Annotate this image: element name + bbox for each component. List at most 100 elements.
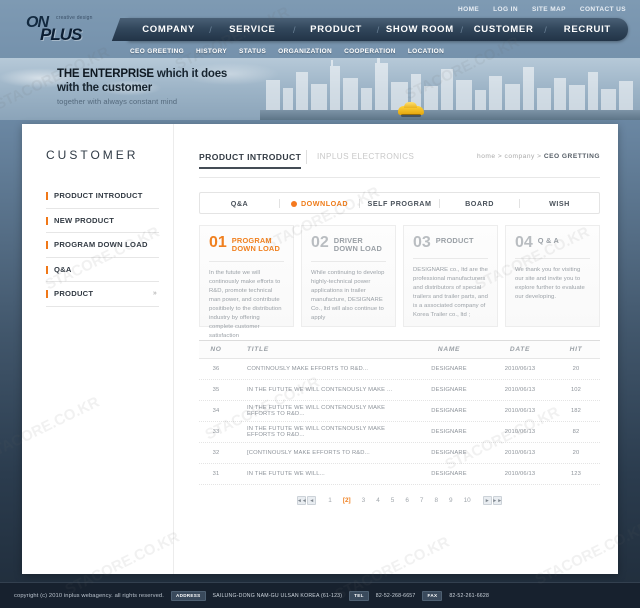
table-header-date: DATE xyxy=(509,346,531,353)
tab-board[interactable]: BOARD xyxy=(440,199,519,208)
nav-item-company[interactable]: COMPANY xyxy=(128,24,209,35)
info-card-driver-down-load[interactable]: 02 DRIVER DOWN LOAD While continuing to d… xyxy=(301,225,396,327)
card-heading: 01 PROGRAM DOWN LOAD xyxy=(209,234,284,254)
card-heading: 03 PRODUCT xyxy=(413,234,488,251)
cell-date: 2010/06/13 xyxy=(504,429,536,435)
tel-label: TEL xyxy=(349,590,369,601)
cell-title[interactable]: [CONTINOUSLY MAKE EFFORTS TO R&D... xyxy=(233,450,410,456)
table-row[interactable]: 33 IN THE FUTUTE WE WILL CONTENOUSLY MAK… xyxy=(199,422,600,443)
bullet-bar-icon xyxy=(46,216,48,225)
page-5[interactable]: 5 xyxy=(388,497,398,504)
tab-download[interactable]: DOWNLOAD xyxy=(280,199,359,208)
card-divider xyxy=(311,261,386,263)
address-label: ADDRESS xyxy=(170,590,206,601)
cell-hit: 82 xyxy=(572,429,580,435)
utility-nav: HOME LOG IN SITE MAP CONTACT US xyxy=(458,6,626,13)
tab-qa[interactable]: Q&A xyxy=(200,199,279,208)
bullet-bar-icon xyxy=(46,290,48,298)
cell-title[interactable]: IN THE FUTUTE WE WILL CONTENOUSLY MAKE .… xyxy=(233,387,410,393)
sidebar-item-product[interactable]: PRODUCT » xyxy=(46,282,159,307)
first-page-button[interactable]: ◄◄ xyxy=(297,496,307,505)
table-header-row: NO TITLE NAME DATE HIT xyxy=(199,340,600,359)
cell-title[interactable]: IN THE FUTUTE WE WILL CONTENOUSLY MAKE E… xyxy=(233,405,410,417)
table-header-title: TITLE xyxy=(247,346,269,353)
next-page-button[interactable]: ► xyxy=(482,496,492,505)
sidebar-item-new-product[interactable]: NEW PRODUCT xyxy=(46,209,159,233)
cell-title[interactable]: CONTINOUSLY MAKE EFFORTS TO R&D... xyxy=(233,366,410,372)
subnav-item-ceo-greeting[interactable]: CEO GREETING xyxy=(130,48,184,55)
subnav-item-location[interactable]: LOCATION xyxy=(408,48,444,55)
table-row[interactable]: 35 IN THE FUTUTE WE WILL CONTENOUSLY MAK… xyxy=(199,380,600,401)
hero-banner: THE ENTERPRISE which it does with the cu… xyxy=(0,58,640,120)
utility-nav-login[interactable]: LOG IN xyxy=(493,6,518,13)
tab-bar: Q&A DOWNLOAD SELF PROGRAM BOARD WISH xyxy=(199,192,600,214)
page-1[interactable]: 1 xyxy=(325,497,335,504)
utility-nav-home[interactable]: HOME xyxy=(458,6,479,13)
tab-self-program[interactable]: SELF PROGRAM xyxy=(360,199,439,208)
cell-date: 2010/06/13 xyxy=(504,387,536,393)
active-tab-dot-icon xyxy=(290,200,297,207)
card-number: 03 xyxy=(413,234,431,251)
tab-wish[interactable]: WISH xyxy=(520,199,599,208)
cell-title[interactable]: IN THE FUTUTE WE WILL CONTENOUSLY MAKE E… xyxy=(233,426,410,438)
subnav-item-organization[interactable]: ORGANIZATION xyxy=(278,48,332,55)
nav-item-product[interactable]: PRODUCT xyxy=(296,24,377,35)
sidebar-item-label: NEW PRODUCT xyxy=(54,215,115,225)
sidebar-item-label: PROGRAM DOWN LOAD xyxy=(54,240,148,249)
prev-page-button[interactable]: ◄ xyxy=(307,496,317,505)
sidebar-item-qa[interactable]: Q&A xyxy=(46,258,159,282)
pagination-end-group: ► ►► xyxy=(482,496,502,505)
breadcrumb-current: CEO GRETTING xyxy=(543,153,600,160)
card-label-line2: DOWN LOAD xyxy=(231,244,280,254)
cell-date: 2010/06/13 xyxy=(504,366,536,372)
main-navigation: COMPANY / SERVICE / PRODUCT / SHOW ROOM … xyxy=(128,18,628,41)
page-9[interactable]: 9 xyxy=(446,497,456,504)
site-logo[interactable]: ON creative design PLUS xyxy=(26,14,92,44)
info-card-product[interactable]: 03 PRODUCT DESIGNARE co., ltd are the pr… xyxy=(403,225,498,327)
cell-no: 36 xyxy=(212,366,220,372)
main-content: PRODUCT INTRODUCT INPLUS ELECTRONICS hom… xyxy=(174,124,618,574)
page-3[interactable]: 3 xyxy=(359,497,369,504)
sidebar-item-program-down-load[interactable]: PROGRAM DOWN LOAD xyxy=(46,233,159,258)
subnav-item-history[interactable]: HISTORY xyxy=(196,48,227,55)
cell-hit: 20 xyxy=(572,450,580,456)
nav-item-show-room[interactable]: SHOW ROOM xyxy=(379,24,460,35)
sidebar-item-product-introduct[interactable]: PRODUCT INTRODUCT xyxy=(46,184,159,209)
cell-hit: 102 xyxy=(570,387,582,393)
page-4[interactable]: 4 xyxy=(373,497,383,504)
info-card-qa[interactable]: 04 Q & A We thank you for visiting our s… xyxy=(505,225,600,327)
address-value: SAILUNG-DONG NAM-GU ULSAN KOREA (61-123) xyxy=(212,592,343,599)
card-label: DRIVER DOWN LOAD xyxy=(334,236,382,253)
subnav-item-cooperation[interactable]: COOPERATION xyxy=(344,48,396,55)
table-row[interactable]: 36 CONTINOUSLY MAKE EFFORTS TO R&D... DE… xyxy=(199,359,600,380)
nav-item-customer[interactable]: CUSTOMER xyxy=(463,24,544,35)
cell-title[interactable]: IN THE FUTUTE WE WILL... xyxy=(233,471,410,477)
page-2[interactable]: [2] xyxy=(340,497,354,504)
cell-date: 2010/06/13 xyxy=(504,408,536,414)
nav-item-service[interactable]: SERVICE xyxy=(212,24,293,35)
subnav-item-status[interactable]: STATUS xyxy=(239,48,266,55)
table-row[interactable]: 34 IN THE FUTUTE WE WILL CONTENOUSLY MAK… xyxy=(199,401,600,422)
fax-label: FAX xyxy=(422,590,443,601)
sidebar-item-label: Q&A xyxy=(54,264,72,274)
utility-nav-sitemap[interactable]: SITE MAP xyxy=(532,6,566,13)
table-header-hit: HIT xyxy=(569,346,583,353)
breadcrumb-path[interactable]: home > company > xyxy=(477,153,544,160)
nav-item-recruit[interactable]: RECRUIT xyxy=(547,24,628,35)
last-page-button[interactable]: ►► xyxy=(492,496,502,505)
page-subtitle: INPLUS ELECTRONICS xyxy=(317,152,415,161)
cell-name: DESIGNARE xyxy=(431,387,467,393)
hero-headline: THE ENTERPRISE which it does xyxy=(57,68,227,82)
page-7[interactable]: 7 xyxy=(417,497,427,504)
page-8[interactable]: 8 xyxy=(431,497,441,504)
tel-value: 82-52-268-6657 xyxy=(375,592,416,599)
table-row[interactable]: 32 [CONTINOUSLY MAKE EFFORTS TO R&D... D… xyxy=(199,443,600,464)
info-card-program-down-load[interactable]: 01 PROGRAM DOWN LOAD In the futute we wil… xyxy=(199,225,294,339)
page-6[interactable]: 6 xyxy=(402,497,412,504)
bullet-bar-icon xyxy=(46,241,48,249)
page-10[interactable]: 10 xyxy=(461,497,474,504)
table-row[interactable]: 31 IN THE FUTUTE WE WILL... DESIGNARE 20… xyxy=(199,464,600,485)
card-divider xyxy=(413,258,488,259)
utility-nav-contact[interactable]: CONTACT US xyxy=(580,6,626,13)
card-number: 01 xyxy=(209,234,227,251)
